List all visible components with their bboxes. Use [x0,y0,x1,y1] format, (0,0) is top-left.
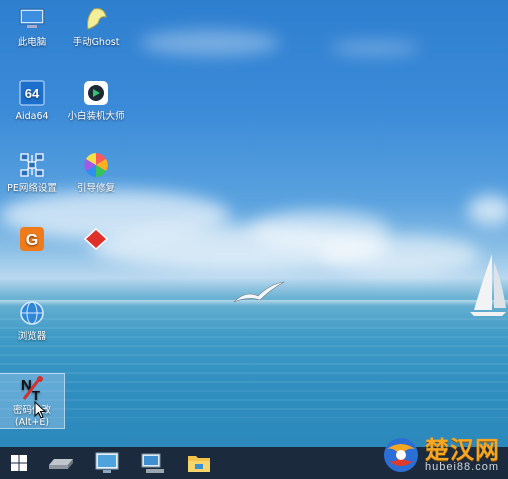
desktop-icon-label: 引导修复 [76,183,115,194]
password-tool-icon: N T [17,374,47,402]
red-diamond-icon [81,224,111,254]
desktop-icon-browser[interactable]: 浏览器 [0,298,64,343]
installer-icon [81,78,111,108]
ghost-icon [81,4,111,34]
drive-icon [49,459,73,469]
file-explorer-icon [188,456,210,472]
desktop-icon-aida64[interactable]: 64 Aida64 [0,78,64,123]
diskgenius-icon: G [17,224,47,254]
desktop-icon-password-tool[interactable]: N T 密码修改 (Alt+E) [0,373,65,429]
taskbar-network[interactable] [130,447,176,479]
boot-repair-icon [81,150,111,180]
desktop-manager-icon [95,452,119,473]
desktop-icon-manual-ghost[interactable]: 手动Ghost [64,4,128,49]
desktop-icon-label: 此电脑 [17,37,47,48]
network-icon [141,453,164,473]
desktop-icon-boot-repair[interactable]: 引导修复 [64,150,128,195]
start-button[interactable] [0,447,38,479]
watermark-text: 楚汉网 [425,435,500,464]
seagull [233,281,285,303]
sailboat [470,254,506,316]
desktop-icon-this-pc[interactable]: 此电脑 [0,4,64,49]
taskbar-drive[interactable] [38,447,84,479]
browser-icon [17,298,47,328]
desktop-icon-diskgenius[interactable]: G [0,224,64,257]
windows-start-icon [11,455,27,471]
svg-text:64: 64 [25,86,40,101]
desktop: 此电脑 手动Ghost 64 Aida64 小白装机大师 PE网络设置 引导修复… [0,0,508,479]
svg-text:T: T [32,388,40,402]
svg-text:G: G [26,232,38,249]
watermark-url: hubei88.com [425,460,499,473]
taskbar-desktop-manager[interactable] [84,447,130,479]
desktop-icon-label: PE网络设置 [7,183,57,194]
desktop-icon-label: 小白装机大师 [67,111,125,122]
taskbar-file-explorer[interactable] [176,447,222,479]
computer-icon [17,4,47,34]
desktop-icon-label: Aida64 [15,111,49,122]
desktop-icon-red-tool[interactable] [64,224,128,257]
watermark-logo-icon [384,438,418,472]
network-settings-icon [17,150,47,180]
desktop-icon-pe-network[interactable]: PE网络设置 [0,150,64,195]
mouse-cursor [34,401,46,419]
desktop-icon-label: 手动Ghost [72,37,120,48]
desktop-icon-label: 浏览器 [17,331,47,342]
desktop-icon-xiaobai-installer[interactable]: 小白装机大师 [64,78,128,123]
aida64-icon: 64 [17,78,47,108]
watermark: 楚汉网 hubei88.com [381,435,500,475]
